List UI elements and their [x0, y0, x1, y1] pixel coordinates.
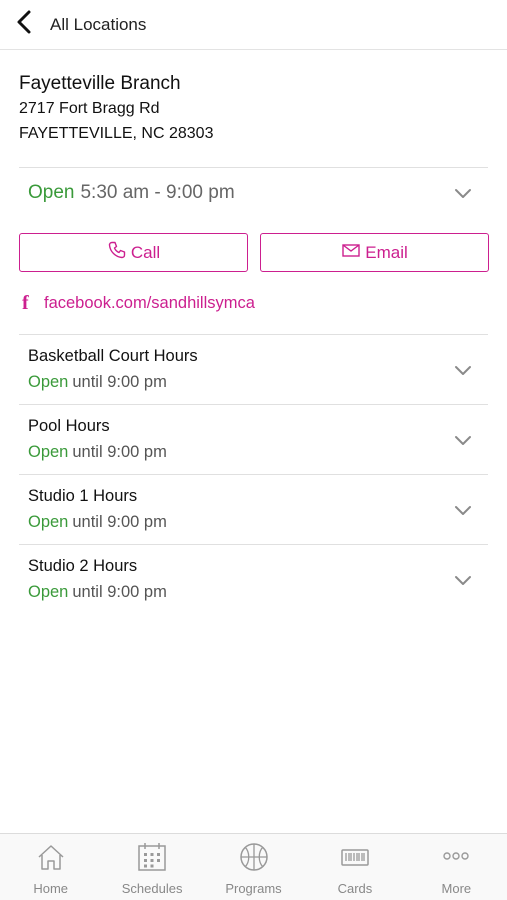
location-detail-screen: All Locations Fayetteville Branch 2717 F… — [0, 0, 507, 900]
facility-status: Open until 9:00 pm — [28, 513, 167, 532]
facility-name: Pool Hours — [28, 417, 110, 435]
basketball-icon — [238, 842, 270, 877]
call-button[interactable]: Call — [19, 233, 248, 272]
chevron-down-icon — [454, 364, 472, 376]
facility-name: Studio 1 Hours — [28, 487, 138, 505]
facility-status-detail: until 9:00 pm — [72, 443, 167, 461]
facebook-icon: f — [22, 292, 29, 314]
facility-row-studio-2[interactable]: Studio 2 Hours Open until 9:00 pm — [19, 544, 488, 614]
top-bar: All Locations — [0, 0, 507, 50]
email-label: Email — [365, 242, 408, 262]
envelope-icon — [341, 240, 365, 265]
facility-row-pool[interactable]: Pool Hours Open until 9:00 pm — [19, 404, 488, 474]
facility-status-open: Open — [28, 583, 69, 601]
facility-status-detail: until 9:00 pm — [72, 513, 167, 531]
chevron-left-icon — [14, 9, 36, 40]
hours-range: 5:30 am - 9:00 pm — [80, 182, 235, 203]
facility-name: Studio 2 Hours — [28, 557, 138, 575]
back-label: All Locations — [50, 14, 147, 34]
tab-label: More — [441, 881, 472, 896]
facebook-link-text: facebook.com/sandhillsymca — [44, 294, 255, 312]
tab-label: Cards — [337, 881, 373, 896]
facility-status-open: Open — [28, 373, 69, 391]
tab-label: Schedules — [121, 881, 183, 896]
tab-more[interactable]: More — [406, 834, 507, 900]
card-icon — [339, 842, 371, 877]
email-button[interactable]: Email — [260, 233, 489, 272]
facility-status: Open until 9:00 pm — [28, 583, 167, 602]
tab-cards[interactable]: Cards — [304, 834, 405, 900]
facebook-link[interactable]: f facebook.com/sandhillsymca — [22, 292, 255, 315]
facility-row-basketball[interactable]: Basketball Court Hours Open until 9:00 pm — [19, 334, 488, 404]
tab-home[interactable]: Home — [0, 834, 101, 900]
chevron-down-icon — [454, 504, 472, 516]
back-button[interactable]: All Locations — [0, 0, 146, 50]
branch-address-line1: 2717 Fort Bragg Rd — [19, 100, 160, 117]
hours-status: Open — [28, 182, 75, 203]
branch-hours-row[interactable]: Open 5:30 am - 9:00 pm — [19, 168, 488, 218]
facility-status-open: Open — [28, 443, 69, 461]
tab-schedules[interactable]: Schedules — [101, 834, 202, 900]
branch-name: Fayetteville Branch — [19, 73, 181, 94]
tab-label: Programs — [225, 881, 282, 896]
calendar-icon — [136, 842, 168, 877]
chevron-down-icon — [454, 434, 472, 446]
branch-info: Fayetteville Branch 2717 Fort Bragg Rd F… — [19, 72, 213, 146]
chevron-down-icon — [454, 574, 472, 586]
facility-status: Open until 9:00 pm — [28, 373, 167, 392]
tab-label: Home — [33, 881, 69, 896]
facility-name: Basketball Court Hours — [28, 347, 198, 365]
more-icon — [440, 842, 472, 877]
phone-icon — [107, 240, 131, 265]
facility-status-open: Open — [28, 513, 69, 531]
facility-status-detail: until 9:00 pm — [72, 583, 167, 601]
tab-programs[interactable]: Programs — [203, 834, 304, 900]
call-label: Call — [130, 242, 161, 262]
bottom-tab-bar: Home Schedules Programs Cards More — [0, 833, 507, 900]
home-icon — [35, 842, 67, 877]
branch-address-line2: FAYETTEVILLE, NC 28303 — [19, 125, 214, 142]
chevron-down-icon — [454, 187, 472, 199]
facility-status: Open until 9:00 pm — [28, 443, 167, 462]
facility-row-studio-1[interactable]: Studio 1 Hours Open until 9:00 pm — [19, 474, 488, 544]
facility-status-detail: until 9:00 pm — [72, 373, 167, 391]
